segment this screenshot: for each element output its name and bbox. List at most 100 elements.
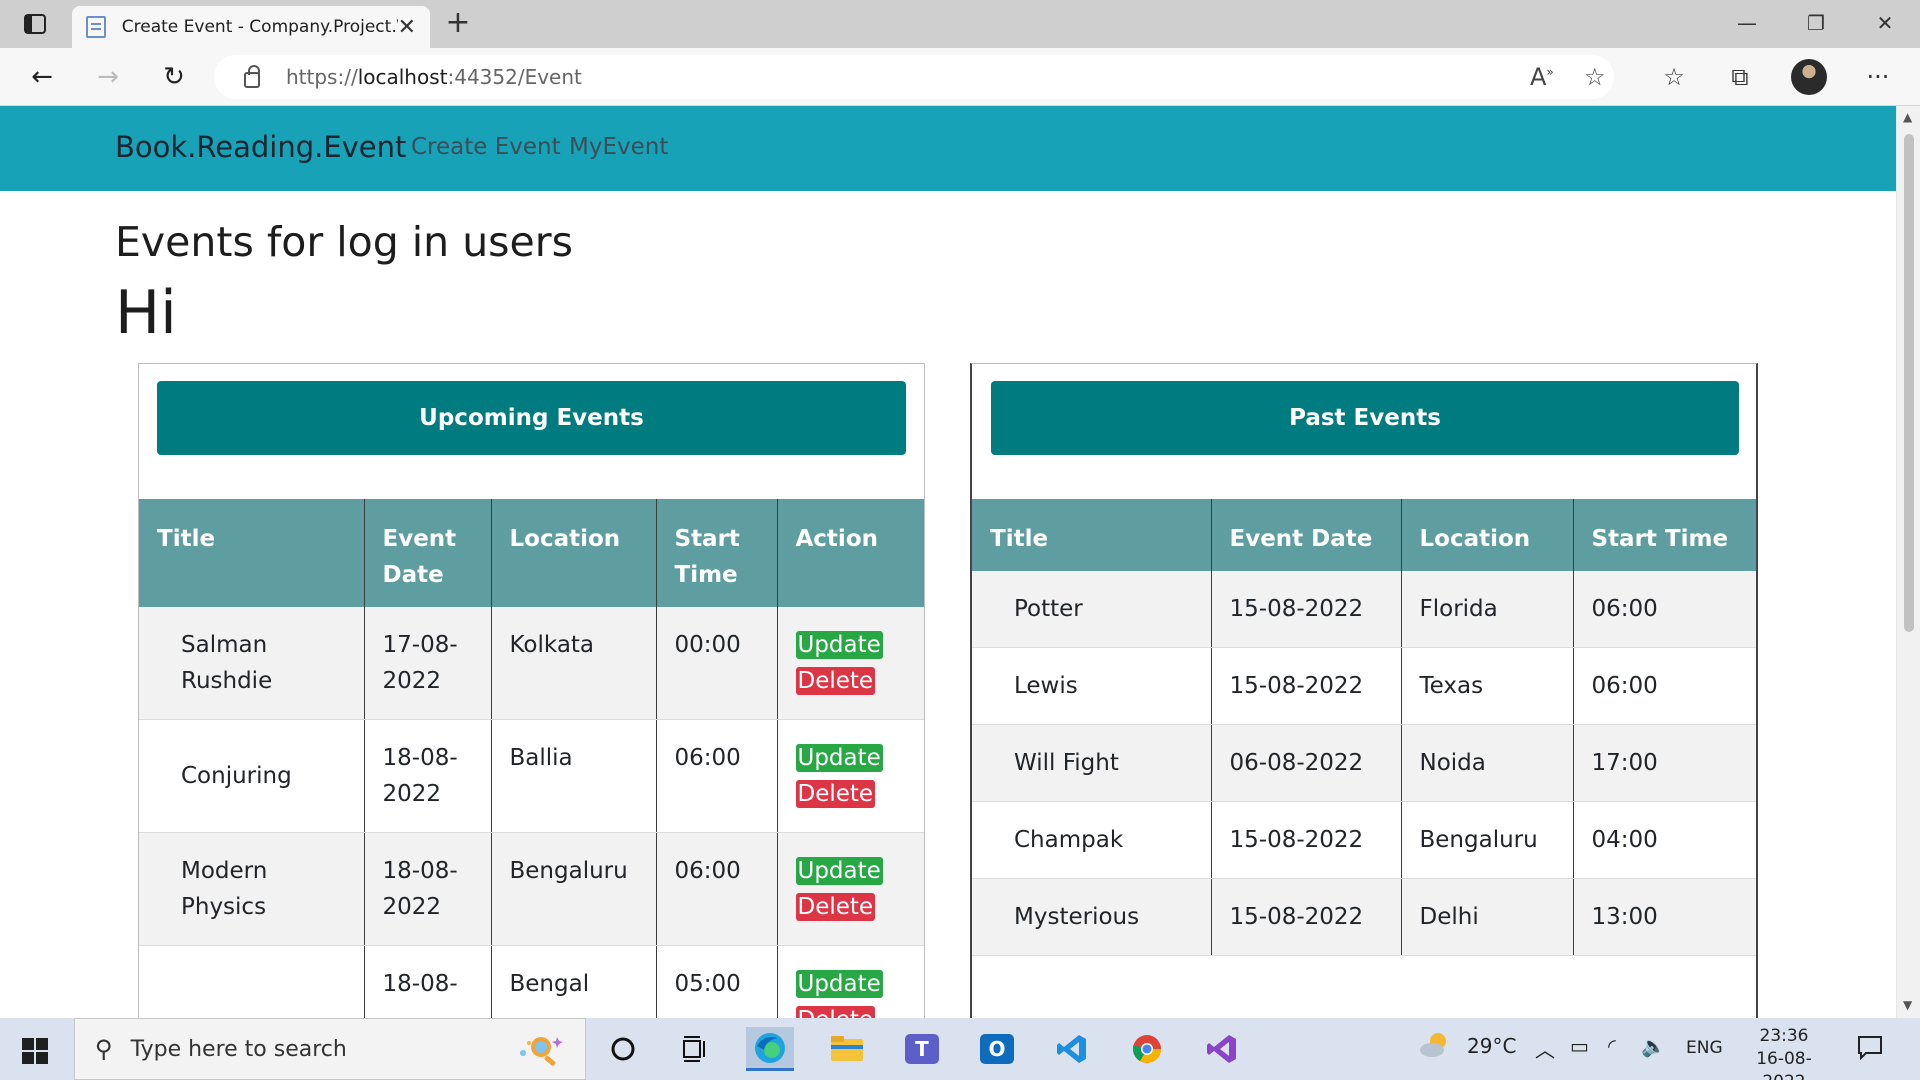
tab-actions-icon[interactable] [18,12,52,36]
upcoming-events-table: Title Event Date Location Start Time Act… [139,499,924,1018]
minimize-icon[interactable]: — [1724,6,1770,40]
notifications-icon[interactable] [1857,1034,1883,1065]
file-explorer-icon[interactable] [823,1027,871,1071]
nav-link-create-event[interactable]: Create Event [411,134,561,160]
table-row: Conjuring 18-08-2022 Ballia 06:00 Update… [139,719,924,833]
cell-title: Conjuring [139,719,364,833]
cell-title [139,945,364,1018]
language-indicator[interactable]: ENG [1686,1038,1723,1058]
address-bar[interactable]: https://localhost:44352/Event A» ☆ [214,55,1614,99]
column-header-event-date: Event Date [363,499,491,607]
edge-browser-icon[interactable] [746,1027,794,1071]
scroll-down-arrow-icon[interactable]: ▼ [1903,998,1912,1012]
cell-actions: Update Delete [776,607,924,720]
search-highlight-icon [520,1037,563,1066]
more-menu-icon[interactable]: ··· [1860,60,1896,94]
table-row: 18-08- Bengal 05:00 Update Delete [139,945,924,1018]
cell-title: Modern Physics [139,832,364,946]
new-tab-plus-icon[interactable]: + [440,6,476,42]
brand-link[interactable]: Book.Reading.Event [115,130,406,164]
cell-location: Noida [1400,724,1573,802]
close-window-icon[interactable]: ✕ [1862,6,1908,40]
delete-button[interactable]: Delete [795,667,876,695]
search-placeholder: Type here to search [130,1036,347,1062]
table-header-row: Title Event Date Location Start Time [972,499,1756,571]
refresh-icon[interactable]: ↻ [154,58,194,96]
update-button[interactable]: Update [795,631,883,659]
delete-button[interactable]: Delete [795,893,876,921]
task-view-icon[interactable] [672,1027,720,1071]
page-scrollbar[interactable]: ▲ ▼ [1896,106,1920,1018]
windows-start-icon[interactable] [22,1038,48,1064]
teams-icon[interactable]: T [898,1027,946,1071]
vscode-icon[interactable] [1048,1027,1096,1071]
column-header-start-time: Start Time [1572,499,1756,571]
favorites-icon[interactable]: ☆ [1656,60,1692,94]
upcoming-events-button[interactable]: Upcoming Events [157,381,906,455]
cortana-icon[interactable] [599,1027,647,1071]
cell-event-date: 15-08-2022 [1210,878,1401,956]
cell-location: Bengaluru [490,832,656,946]
profile-avatar[interactable] [1791,59,1827,95]
past-events-table: Title Event Date Location Start Time Pot… [972,499,1756,956]
scroll-up-arrow-icon[interactable]: ▲ [1903,110,1912,124]
battery-icon[interactable]: ▭ [1570,1034,1589,1058]
temperature-text[interactable]: 29°C [1467,1034,1516,1058]
visual-studio-icon[interactable] [1198,1027,1246,1071]
cell-start-time: 00:00 [655,607,777,720]
browser-tab-bar: Create Event - Company.Project.\ ✕ + — ❐… [0,0,1920,48]
column-header-start-time: Start Time [655,499,777,607]
cell-event-date: 15-08-2022 [1210,647,1401,725]
back-arrow-icon[interactable]: ← [22,58,62,96]
wifi-icon[interactable]: ◜ [1608,1034,1616,1058]
cell-event-date: 06-08-2022 [1210,724,1401,802]
update-button[interactable]: Update [795,970,883,998]
update-button[interactable]: Update [795,857,883,885]
browser-toolbar: ← → ↻ https://localhost:44352/Event A» ☆… [0,48,1920,106]
scrollbar-thumb[interactable] [1904,134,1914,632]
table-row: Potter 15-08-2022 Florida 06:00 [972,571,1756,648]
cell-start-time: 13:00 [1572,878,1756,956]
greeting: Hi [115,278,177,348]
cell-title: Mysterious [972,878,1211,956]
close-tab-icon[interactable]: ✕ [398,15,416,40]
table-header-row: Title Event Date Location Start Time Act… [139,499,924,607]
weather-icon[interactable] [1418,1030,1452,1065]
column-header-location: Location [1400,499,1573,571]
forward-arrow-icon[interactable]: → [88,58,128,96]
delete-button[interactable]: Delete [795,1006,876,1018]
volume-icon[interactable]: 🔈 [1641,1034,1666,1058]
delete-button[interactable]: Delete [795,780,876,808]
chrome-icon[interactable] [1123,1027,1171,1071]
restore-icon[interactable]: ❐ [1793,6,1839,40]
update-button[interactable]: Update [795,744,883,772]
page-favicon-icon [86,16,106,38]
table-row: Champak 15-08-2022 Bengaluru 04:00 [972,801,1756,879]
cell-location: Kolkata [490,607,656,720]
url-text[interactable]: https://localhost:44352/Event [286,65,582,89]
table-row: Lewis 15-08-2022 Texas 06:00 [972,647,1756,725]
read-aloud-icon[interactable]: A» [1530,63,1554,91]
past-events-button[interactable]: Past Events [991,381,1739,455]
nav-link-myevent[interactable]: MyEvent [569,134,668,160]
table-row: Salman Rushdie 17-08-2022 Kolkata 00:00 … [139,607,924,720]
taskbar-clock[interactable]: 23:36 16-08-2022 [1740,1025,1828,1080]
show-hidden-icons-chevron-icon[interactable]: ︿ [1535,1034,1555,1063]
cell-location: Delhi [1400,878,1573,956]
table-row: Will Fight 06-08-2022 Noida 17:00 [972,724,1756,802]
cell-start-time: 06:00 [655,832,777,946]
column-header-location: Location [490,499,656,607]
lock-icon[interactable] [244,65,260,88]
outlook-icon[interactable]: O [973,1027,1021,1071]
collections-icon[interactable]: ⧉ [1722,60,1758,94]
cell-location: Bengaluru [1400,801,1573,879]
cell-start-time: 17:00 [1572,724,1756,802]
add-favorite-icon[interactable]: ☆ [1584,63,1606,91]
taskbar-search-box[interactable]: ⚲ Type here to search [74,1018,586,1080]
cell-actions: Update Delete [776,832,924,946]
cell-title: Lewis [972,647,1211,725]
cell-event-date: 15-08-2022 [1210,571,1401,648]
cell-title: Champak [972,801,1211,879]
cell-event-date: 18-08-2022 [363,719,491,833]
browser-tab[interactable]: Create Event - Company.Project.\ ✕ [72,6,430,48]
